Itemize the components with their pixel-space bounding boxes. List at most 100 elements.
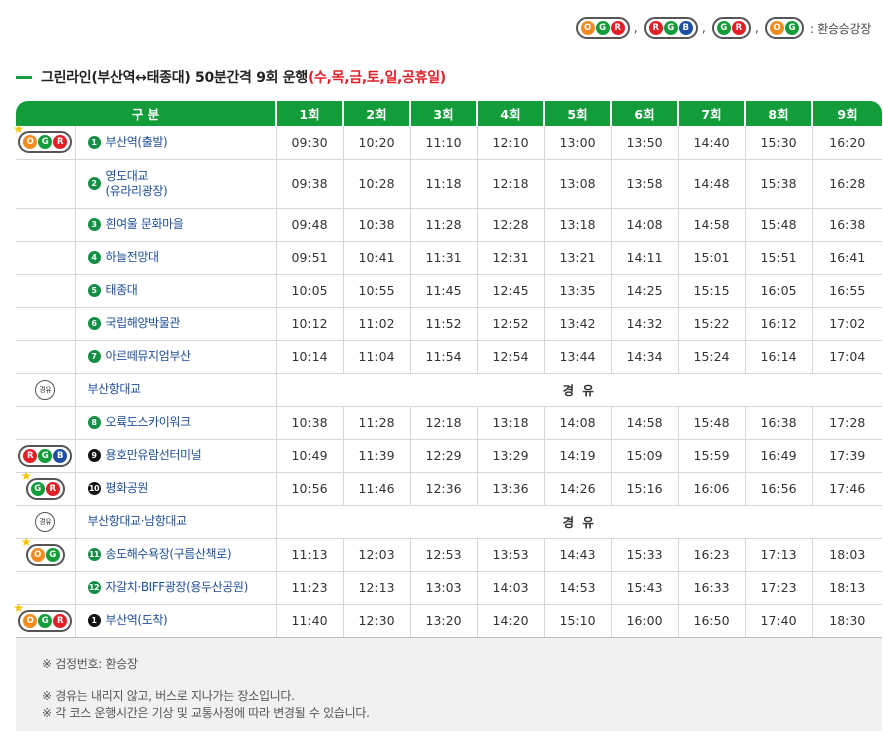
time-cell-run-9: 17:39 [811,439,883,473]
table-row: ★ O G R 1 부산역(출발) 09:30 10:20 11:10 12:10 13:00 13:… [13,123,883,160]
time-cell-run-7: 15:48 [677,406,746,440]
time-cell-run-1: 09:30 [275,126,344,160]
header-run-2: 2회 [342,101,411,126]
stop-name-cell: 9 용호만유람선터미널 [74,439,277,473]
stop-name: 평화공원 [105,481,149,495]
stop-name: 용호만유람선터미널 [105,448,202,462]
pass-by-cell: 경 유 [275,373,883,407]
transfer-icon-cell [16,241,75,275]
time-cell-run-8: 15:48 [744,208,813,242]
stop-name: 송도해수욕장(구름산책로) [105,547,232,561]
time-cell-run-2: 12:03 [342,538,411,572]
transfer-badge-rgb: RGB [18,444,73,467]
time-cell-run-7: 15:24 [677,340,746,374]
stop-number-icon: 5 [87,284,101,297]
time-cell-run-7: 16:33 [677,571,746,605]
time-cell-run-9: 18:30 [811,604,883,638]
transfer-icon-cell [16,274,75,308]
header-run-3: 3회 [409,101,478,126]
time-cell-run-6: 15:43 [610,571,679,605]
time-cell-run-9: 17:46 [811,472,883,506]
time-cell-run-6: 13:58 [610,159,679,209]
time-cell-run-8: 16:12 [744,307,813,341]
time-cell-run-7: 15:01 [677,241,746,275]
time-cell-run-3: 12:29 [409,439,478,473]
stop-number-icon: 2 [87,177,101,190]
time-cell-run-9: 16:41 [811,241,883,275]
transfer-badge-ogr: OGR [18,131,73,154]
table-row: 12 자갈치·BIFF광장(용두산공원) 11:23 12:13 13:03 14:03 1… [16,571,883,605]
time-cell-run-8: 16:49 [744,439,813,473]
header-run-8: 8회 [744,101,813,126]
time-cell-run-4: 13:29 [476,439,545,473]
time-cell-run-5: 14:43 [543,538,612,572]
legend-separator: , [754,20,760,36]
line-o-icon: O [770,21,785,35]
time-cell-run-3: 11:31 [409,241,478,275]
time-cell-run-2: 10:28 [342,159,411,209]
time-cell-run-7: 14:58 [677,208,746,242]
stop-number-icon: 6 [87,317,101,330]
star-icon: ★ [13,600,25,615]
line-g-icon: G [38,613,53,628]
line-g-icon: G [663,21,678,35]
time-cell-run-3: 11:45 [409,274,478,308]
time-cell-run-4: 13:53 [476,538,545,572]
time-cell-run-2: 10:55 [342,274,411,308]
time-cell-run-5: 13:08 [543,159,612,209]
stop-name-cell: 4 하늘전망대 [74,241,277,275]
transfer-icon-cell [16,571,75,605]
stop-name: 태종대 [105,283,138,297]
table-row: 8 오륙도스카이워크 10:38 11:28 12:18 13:18 14:08 14:58 1… [16,406,883,440]
time-cell-run-3: 11:10 [409,126,478,160]
legend-badge-rgb: RGB [643,17,698,39]
stop-name-cell: 1 부산역(도착) [74,604,277,638]
time-cell-run-3: 11:28 [409,208,478,242]
time-cell-run-3: 11:54 [409,340,478,374]
time-cell-run-4: 12:31 [476,241,545,275]
time-cell-run-4: 13:36 [476,472,545,506]
note-transfer: ※ 검정번호: 환승장 [42,657,138,671]
time-cell-run-5: 14:08 [543,406,612,440]
line-r-icon: R [53,613,68,628]
time-cell-run-4: 12:54 [476,340,545,374]
table-row: 경유 부산항대교·남항대교 경 유 [16,505,883,539]
note-schedule-change: ※ 각 코스 운행시간은 기상 및 교통사정에 따라 변경될 수 있습니다. [42,706,370,720]
legend-badge-og: OG [765,17,805,39]
transfer-icon-cell [16,208,75,242]
stop-name-cell: 11 송도해수욕장(구름산책로) [74,538,277,572]
line-g-icon: G [38,135,53,150]
line-r-icon: R [731,21,746,35]
time-cell-run-6: 16:00 [610,604,679,638]
line-r-icon: R [610,21,625,35]
legend-badge-gr: GR [711,17,751,39]
transfer-badge-wrap: ★ G R [21,470,65,500]
time-cell-run-5: 15:10 [543,604,612,638]
time-cell-run-6: 14:34 [610,340,679,374]
table-row: 경유 부산항대교 경 유 [16,373,883,407]
stop-name: 부산역(도착) [105,613,168,627]
legend-separator: , [633,20,638,36]
table-row: 5 태종대 10:05 10:55 11:45 12:45 13:35 14:25 15:15 1… [16,274,883,308]
stop-name-cell: 2 영도대교 (유라리광장) [74,159,277,209]
transfer-icon-cell: ★ O G R [13,123,75,160]
header-run-9: 9회 [811,101,883,126]
table-header-row: 구 분 1회 2회 3회 4회 5회 6회 7회 8회 9회 [16,101,883,126]
line-g-icon: G [785,21,800,35]
time-cell-run-7: 15:22 [677,307,746,341]
header-run-4: 4회 [476,101,545,126]
time-cell-run-2: 11:39 [342,439,411,473]
time-cell-run-8: 16:14 [744,340,813,374]
time-cell-run-1: 09:51 [275,241,344,275]
transfer-badge-wrap: ★ O G R [13,123,73,154]
time-cell-run-8: 15:30 [744,126,813,160]
time-cell-run-2: 10:20 [342,126,411,160]
time-cell-run-8: 17:13 [744,538,813,572]
header-run-6: 6회 [610,101,679,126]
stop-name-cell: 5 태종대 [74,274,277,308]
stop-name-cell: 10 평화공원 [74,472,277,506]
table-row: 3 흰여울 문화마을 09:48 10:38 11:28 12:28 13:18 14:08 1… [16,208,883,242]
time-cell-run-1: 10:38 [275,406,344,440]
stop-number-icon: 4 [87,251,101,264]
time-cell-run-6: 14:08 [610,208,679,242]
